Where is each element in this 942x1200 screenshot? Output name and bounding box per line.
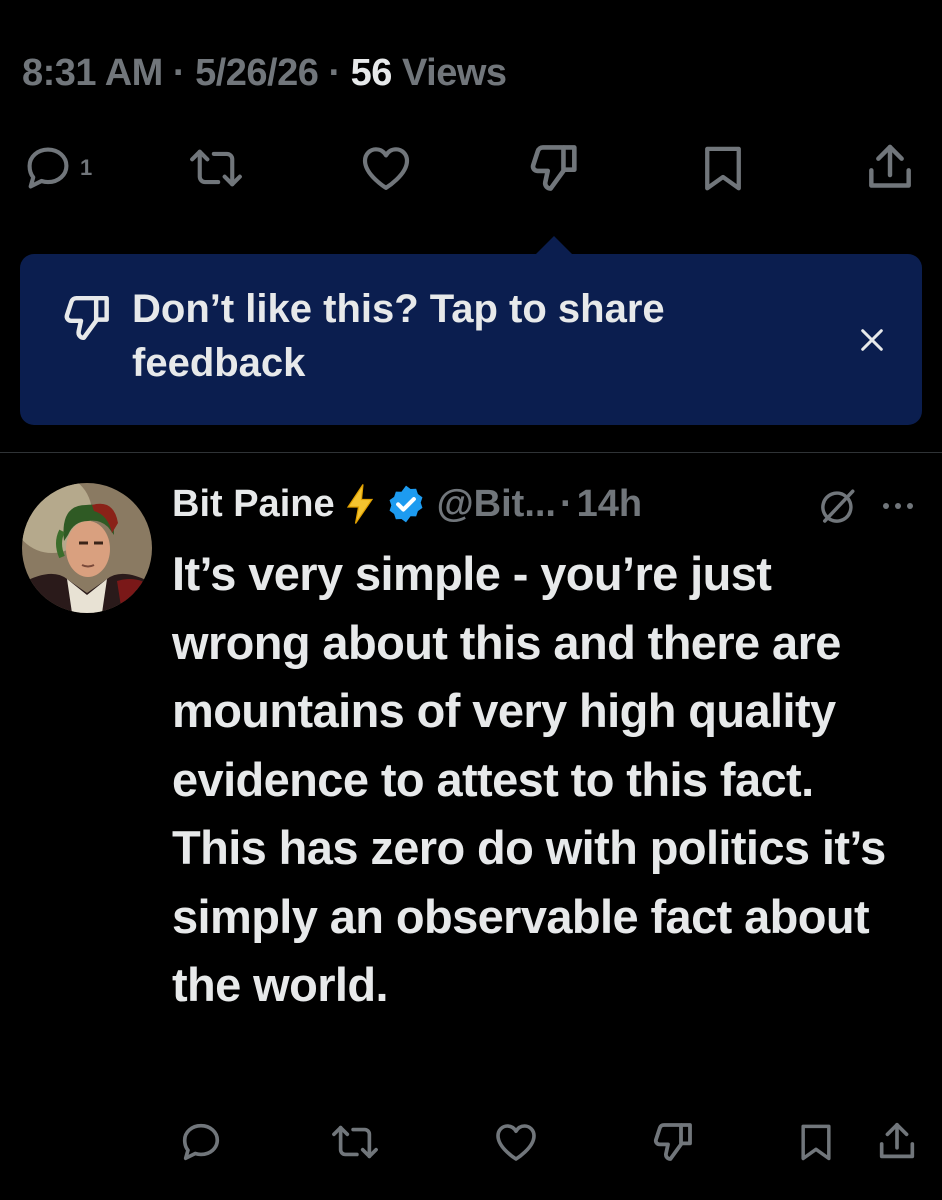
bookmark-icon [705, 146, 741, 191]
dislike-icon [653, 1123, 692, 1161]
grok-icon[interactable] [816, 486, 858, 528]
tweet-time: 8:31 AM [22, 52, 163, 94]
reply-text: It’s very simple - you’re just wrong abo… [172, 547, 886, 1011]
reply-icon [182, 1123, 220, 1161]
close-icon[interactable] [856, 324, 888, 356]
retweet-button[interactable] [184, 138, 248, 198]
bookmark-icon [801, 1124, 831, 1161]
reply-action-bar [0, 1112, 942, 1172]
dislike-button[interactable] [650, 1112, 698, 1172]
tweet-action-bar: 1 [0, 138, 942, 198]
divider [0, 452, 942, 453]
share-button[interactable] [874, 1112, 920, 1172]
avatar[interactable] [22, 483, 152, 613]
verified-badge-icon [389, 485, 423, 523]
dislike-icon [64, 295, 109, 341]
reply-header: Bit Paine @Bit... · 14h [172, 478, 642, 530]
feedback-pointer [534, 236, 574, 256]
meta-separator: · [328, 52, 341, 94]
reply-button[interactable]: 1 [22, 138, 92, 198]
like-button[interactable] [356, 138, 416, 198]
retweet-button[interactable] [328, 1112, 382, 1172]
handle[interactable]: @Bit... [437, 483, 556, 526]
feedback-text[interactable]: Don’t like this? Tap to share feedback [132, 282, 692, 390]
reply-count: 1 [80, 155, 93, 180]
reply-button[interactable] [178, 1112, 224, 1172]
like-button[interactable] [490, 1112, 542, 1172]
like-icon [362, 147, 410, 190]
dislike-icon [530, 145, 577, 191]
tweet-date: 5/26/26 [195, 52, 319, 94]
share-button[interactable] [862, 138, 918, 198]
tweet-metadata: 8:31 AM · 5/26/26 · 56 Views [22, 52, 507, 95]
more-icon[interactable] [880, 496, 916, 516]
meta-separator: · [172, 52, 186, 94]
retweet-icon [332, 1125, 378, 1159]
share-icon [869, 144, 911, 188]
dislike-button[interactable] [526, 138, 584, 198]
bookmark-button[interactable] [794, 1112, 838, 1172]
views-count[interactable]: 56 [351, 52, 393, 94]
views-label[interactable]: Views [402, 52, 507, 94]
lightning-icon [346, 484, 373, 524]
header-separator: · [560, 482, 573, 525]
display-name[interactable]: Bit Paine [172, 483, 335, 526]
reply-icon [27, 147, 69, 189]
bookmark-button[interactable] [696, 138, 750, 198]
like-icon [496, 1124, 536, 1161]
reply-time[interactable]: 14h [577, 483, 642, 526]
retweet-icon [190, 149, 242, 187]
share-icon [879, 1122, 915, 1159]
feedback-prompt[interactable]: Don’t like this? Tap to share feedback [20, 254, 922, 425]
